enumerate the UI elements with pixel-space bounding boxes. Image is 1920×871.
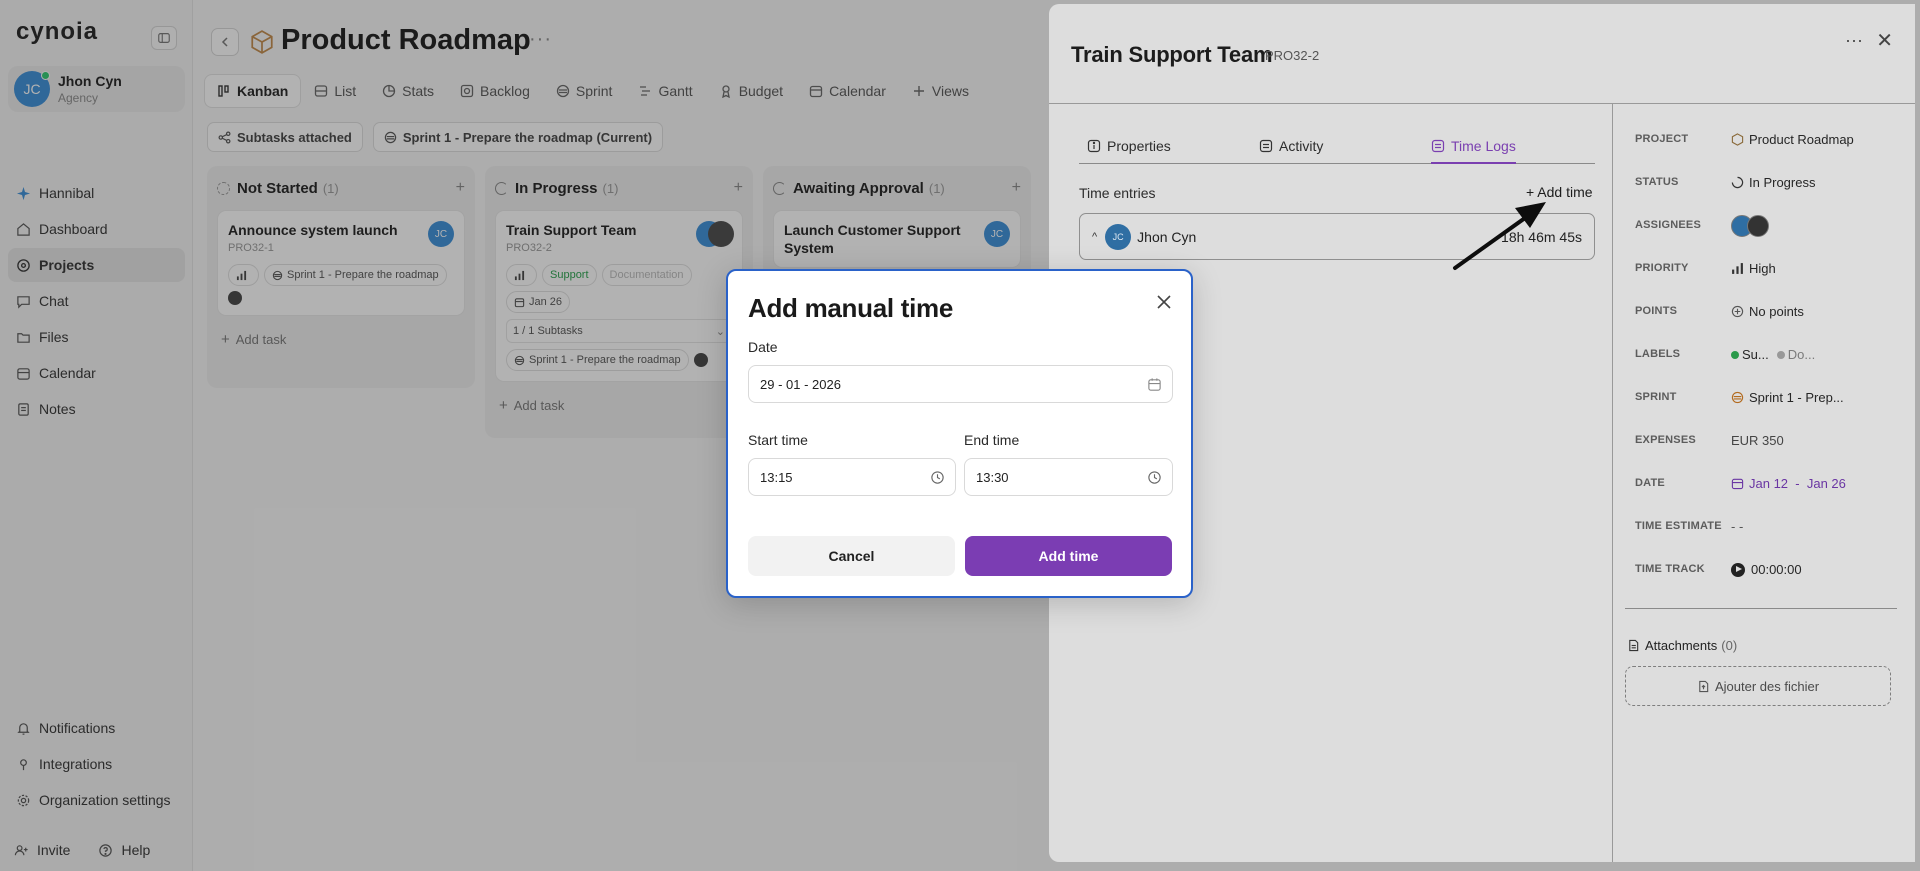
dialog-title: Add manual time (748, 293, 953, 323)
properties-list: PROJECT Product Roadmap STATUS In Progre… (1635, 118, 1895, 591)
activity-icon (1259, 139, 1273, 153)
prop-status: STATUS In Progress (1635, 175, 1816, 190)
status-value[interactable]: In Progress (1731, 175, 1815, 190)
date-field[interactable] (748, 365, 1173, 403)
prop-time-track: TIME TRACK 00:00:00 (1635, 562, 1802, 577)
clock-icon[interactable] (1147, 470, 1162, 485)
assignees-value[interactable] (1731, 214, 1769, 237)
sprint-icon (1731, 391, 1744, 404)
add-manual-time-dialog: Add manual time Date Start time End time… (726, 269, 1193, 598)
assignee-avatar (1747, 214, 1769, 237)
close-dialog-button[interactable] (1153, 291, 1175, 313)
tab-properties[interactable]: Properties (1087, 130, 1171, 162)
info-icon (1087, 139, 1101, 153)
points-value[interactable]: No points (1731, 304, 1804, 319)
task-title: Train Support Team (1071, 42, 1273, 67)
label-documentation: Do... (1776, 347, 1815, 362)
prop-priority: PRIORITY High (1635, 261, 1776, 276)
detail-tabs: Properties Activity Time Logs (1079, 130, 1595, 164)
prop-sprint: SPRINT Sprint 1 - Prep... (1635, 390, 1844, 405)
prop-points: POINTS No points (1635, 304, 1804, 319)
start-time-field[interactable] (748, 458, 956, 496)
prop-labels: LABELS Su... Do... (1635, 333, 1895, 376)
labels-value[interactable]: Su... Do... (1731, 347, 1823, 362)
calendar-icon (1731, 478, 1744, 490)
prop-time-estimate: TIME ESTIMATE - - (1635, 519, 1744, 534)
end-time-field[interactable] (964, 458, 1173, 496)
entry-avatar: JC (1105, 223, 1132, 250)
time-logs-icon (1431, 139, 1445, 153)
close-panel-button[interactable]: ✕ (1876, 28, 1893, 53)
end-time-input[interactable] (976, 469, 1172, 485)
add-time-button[interactable]: Add time (965, 536, 1172, 576)
end-time-label: End time (964, 432, 1020, 448)
task-id: PRO32-2 (1265, 48, 1320, 63)
prop-expenses: EXPENSES EUR 350 (1635, 433, 1784, 448)
file-upload-icon (1699, 680, 1709, 692)
calendar-icon[interactable] (1147, 377, 1162, 392)
points-icon (1731, 305, 1744, 318)
date-label: Date (748, 339, 778, 355)
date-range-value[interactable]: Jan 12 - Jan 26 (1731, 476, 1846, 491)
date-input[interactable] (760, 376, 1172, 392)
cancel-button[interactable]: Cancel (748, 536, 955, 576)
project-value[interactable]: Product Roadmap (1731, 132, 1854, 147)
tab-time-logs[interactable]: Time Logs (1431, 130, 1516, 164)
entry-user-name: Jhon Cyn (1137, 228, 1197, 245)
add-time-link[interactable]: + Add time (1526, 184, 1593, 200)
prop-date: DATE Jan 12 - Jan 26 (1635, 476, 1846, 491)
more-options-button[interactable]: ··· (1845, 30, 1863, 51)
time-track-value[interactable]: 00:00:00 (1731, 562, 1802, 577)
close-icon (1157, 295, 1171, 309)
chevron-up-icon[interactable]: ^ (1092, 231, 1097, 243)
prop-assignees: ASSIGNEES (1635, 204, 1895, 247)
document-icon (1629, 639, 1639, 652)
panel-divider (1049, 103, 1915, 104)
attachments-heading: Attachments (0) (1627, 638, 1737, 653)
time-estimate-value[interactable]: - - (1731, 519, 1743, 534)
clock-icon[interactable] (930, 470, 945, 485)
label-support: Su... (1731, 347, 1769, 362)
play-icon[interactable] (1731, 562, 1745, 577)
project-box-icon (1731, 133, 1744, 146)
add-files-dropzone[interactable]: Ajouter des fichier (1625, 666, 1891, 706)
in-progress-icon (1731, 176, 1744, 189)
panel-column-divider (1612, 104, 1613, 862)
attachments-divider (1625, 608, 1897, 609)
prop-project: PROJECT Product Roadmap (1635, 132, 1854, 147)
entry-total-time: 18h 46m 45s (1501, 228, 1582, 245)
time-entries-label: Time entries (1079, 185, 1156, 201)
priority-value[interactable]: High (1731, 261, 1776, 276)
priority-bars-icon (1732, 263, 1743, 274)
sprint-value[interactable]: Sprint 1 - Prep... (1731, 390, 1844, 405)
start-time-label: Start time (748, 432, 808, 448)
tab-activity[interactable]: Activity (1259, 130, 1323, 162)
time-entry-row[interactable]: ^ JC Jhon Cyn 18h 46m 45s (1079, 213, 1595, 260)
expenses-value[interactable]: EUR 350 (1731, 433, 1784, 448)
start-time-input[interactable] (760, 469, 955, 485)
